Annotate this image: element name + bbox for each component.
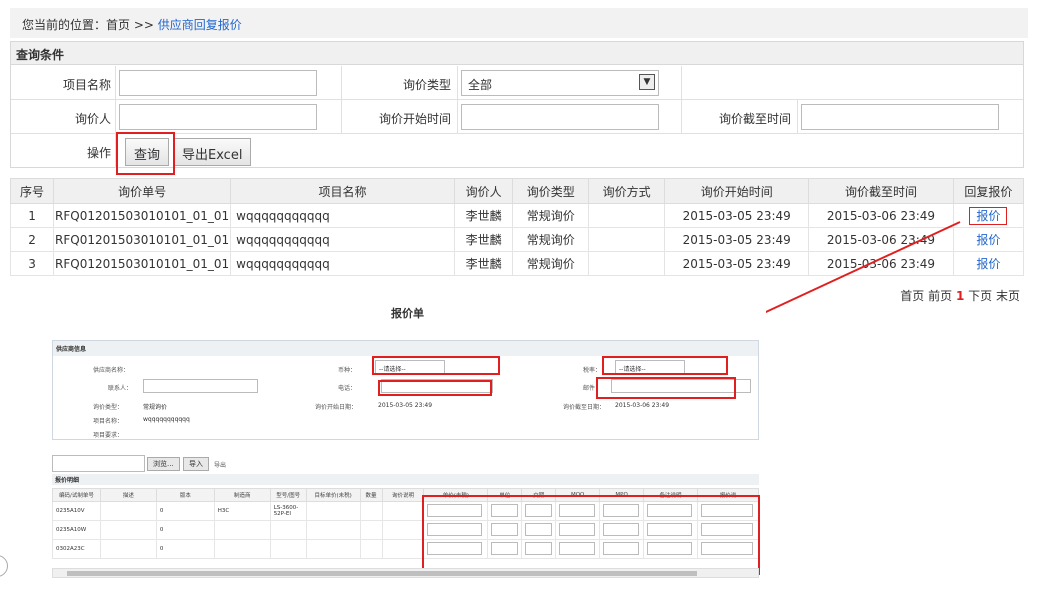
inq-end-label: 询价截至日期： [563,404,606,411]
contact-label: 联系人： [108,385,133,392]
horizontal-scrollbar[interactable] [52,568,759,578]
cell-note [381,501,425,521]
cell-qty [359,501,383,521]
export-link[interactable]: 导出 [214,460,226,469]
phone-label: 电话： [338,385,357,392]
col-header: 目标单价(未税) [305,488,361,502]
cell-note [381,539,425,559]
email-highlight-box [596,377,736,399]
cell-version: 0 [155,539,215,559]
file-path-input[interactable] [52,455,145,472]
col-header: 编码/试制单号 [52,488,101,502]
inq-start-label: 询价开始日期： [315,404,358,411]
quote-inputs-highlight-box [422,495,760,575]
cell-code: 0235A10W [52,520,101,540]
proj-name-label: 项目名称： [93,418,124,425]
cell-code: 0302A23C [52,539,101,559]
cell-version: 0 [155,501,215,521]
cell-qty [359,520,383,540]
import-button[interactable]: 导入 [183,457,209,471]
cell-target-price [305,501,361,521]
tax-label: 税率： [583,367,602,374]
cell-desc [99,520,157,540]
supplier-name-label: 供应商名称： [93,367,130,374]
cell-maker [213,520,271,540]
inq-type-label: 询价类型： [93,404,124,411]
cell-maker: H3C [213,501,271,521]
col-header: 版本 [155,488,215,502]
contact-input[interactable] [143,379,258,393]
proj-req-label: 项目要求： [93,432,124,439]
col-header: 制造商 [213,488,271,502]
cell-note [381,520,425,540]
proj-name-value: wqqqqqqqqqqq [143,416,190,423]
cell-model [269,539,307,559]
cell-qty [359,539,383,559]
quote-form-preview: 报价单 供应商信息 供应商名称： 币种： --请选择-- 税率： --请选择--… [49,290,766,589]
col-header: 数量 [359,488,383,502]
cell-maker [213,539,271,559]
inq-start-value: 2015-03-05 23:49 [378,402,433,409]
cell-version: 0 [155,520,215,540]
quote-detail-title: 报价明细 [52,474,759,485]
cell-target-price [305,539,361,559]
inq-end-value: 2015-03-06 23:49 [615,402,670,409]
supplier-info-title: 供应商信息 [53,341,758,356]
col-header: 型号/图号 [269,488,307,502]
quote-form-title: 报价单 [391,307,424,320]
cell-model: LS-3600-52P-EI [269,501,307,521]
cell-desc [99,539,157,559]
col-header: 描述 [99,488,157,502]
cell-model [269,520,307,540]
currency-highlight-box [372,356,500,375]
scrollbar-thumb[interactable] [67,571,697,576]
tax-highlight-box [602,356,728,375]
currency-label: 币种： [338,367,357,374]
phone-highlight-box [378,380,492,396]
cell-code: 0235A10V [52,501,101,521]
inq-type-value: 常规询价 [143,404,168,411]
cell-desc [99,501,157,521]
cell-target-price [305,520,361,540]
browse-button[interactable]: 浏览... [147,457,180,471]
col-header: 询价说明 [381,488,425,502]
